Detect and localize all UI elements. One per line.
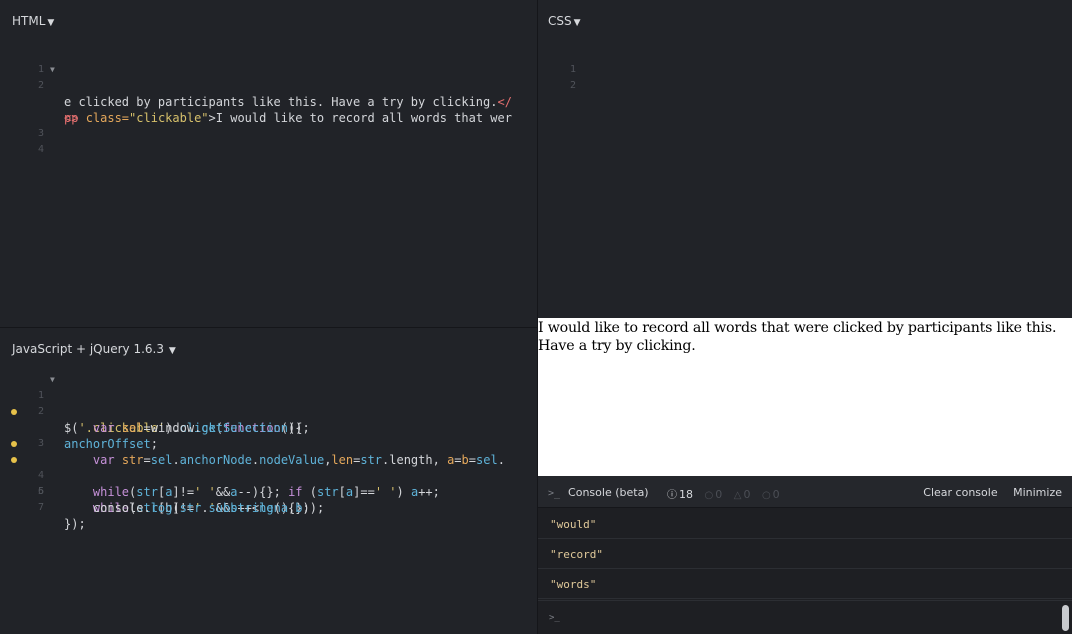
console-log-entry: "record" <box>538 539 1072 569</box>
console-header: >_ Console (beta) <box>548 486 649 499</box>
console-log-entry: "would" <box>538 509 1072 539</box>
code-line: 1 <box>0 46 537 75</box>
css-pane-header[interactable]: CSS ▼ <box>548 14 581 28</box>
minimize-button[interactable]: Minimize <box>1013 486 1062 499</box>
css-editor-pane: CSS ▼ 1 2 <box>538 0 1072 318</box>
html-code-editor[interactable]: 1 2 ▼ <p class="clickable">I would like … <box>0 46 537 155</box>
line-number: 2 <box>569 80 576 91</box>
caret-down-icon: ▼ <box>166 346 176 356</box>
css-pane-title: CSS <box>548 14 572 28</box>
warning-count[interactable]: △ 0 <box>734 488 751 501</box>
clear-console-button[interactable]: Clear console <box>923 486 997 499</box>
js-pane-title: JavaScript + jQuery 1.6.3 <box>12 342 164 356</box>
console-counts: ⓘ 18 ○ 0 △ 0 ○ 0 <box>667 486 788 501</box>
css-code-editor[interactable]: 1 2 <box>538 46 1072 91</box>
code-line: 2 <box>538 62 1072 91</box>
result-preview: I would like to record all words that we… <box>538 318 1072 476</box>
code-line: 1 <box>538 46 1072 75</box>
code-line: 3 <box>0 110 537 139</box>
code-line: 1 ▼ $('.clickable').click(function(){ <box>0 372 537 435</box>
warning-dot-icon[interactable] <box>11 441 17 447</box>
terminal-icon: >_ <box>548 488 561 499</box>
line-number: 7 <box>37 502 44 513</box>
circle-icon: ○ <box>704 490 714 501</box>
info-count[interactable]: ○ 0 <box>705 488 723 501</box>
code-line: 5 while(str[b]!=' '&&b++<len){}; <box>0 452 537 515</box>
js-pane-header[interactable]: JavaScript + jQuery 1.6.3 ▼ <box>12 342 176 356</box>
console-input[interactable]: >_ <box>538 600 1072 634</box>
info-circle-icon: ⓘ <box>667 490 677 501</box>
log-count[interactable]: ⓘ 18 <box>667 488 693 501</box>
code-line: anchorOffset; <box>0 420 537 451</box>
error-circle-icon: ○ <box>761 490 771 501</box>
console-title: Console (beta) <box>568 486 649 499</box>
code-line: 3 var str=sel.anchorNode.nodeValue,len=s… <box>0 404 537 467</box>
caret-down-icon: ▼ <box>573 18 581 28</box>
warning-dot-icon[interactable] <box>11 409 17 415</box>
scrollbar[interactable] <box>1062 605 1069 631</box>
line-number: 4 <box>37 144 44 155</box>
console-actions: Clear console Minimize <box>911 486 1062 499</box>
console-toolbar: >_ Console (beta) ⓘ 18 ○ 0 △ 0 ○ 0 Clear cons… <box>538 476 1072 508</box>
code-line: 4 while(str[a]!=' '&&a--){}; if (str[a]=… <box>0 436 537 499</box>
fold-arrow-icon[interactable]: ▼ <box>50 62 55 78</box>
code-line: p> <box>0 94 537 125</box>
code-text: console.log(str.substring(a,b)); <box>64 501 325 515</box>
warning-triangle-icon: △ <box>733 490 742 501</box>
code-line: 4 <box>0 126 537 155</box>
code-line: 6 console.log(str.substring(a,b)); <box>0 468 537 515</box>
error-count[interactable]: ○ 0 <box>762 488 780 501</box>
html-pane-header[interactable]: HTML ▼ <box>12 14 54 28</box>
html-editor-pane: HTML ▼ 1 2 ▼ <p class="clickable">I would… <box>0 0 537 327</box>
fold-arrow-icon[interactable]: ▼ <box>50 372 55 388</box>
js-code-editor[interactable]: 1 ▼ $('.clickable').click(function(){ 2 … <box>0 372 537 531</box>
code-line: 7 }); <box>0 484 537 531</box>
console-log-entry: "words" <box>538 569 1072 599</box>
warning-dot-icon[interactable] <box>11 457 17 463</box>
code-line: 2 ▼ <p class="clickable">I would like to… <box>0 62 537 125</box>
html-pane-title: HTML <box>12 14 46 28</box>
code-line: e clicked by participants like this. Hav… <box>0 78 537 109</box>
code-line: 2 var sel=window.getSelection(); <box>0 388 537 435</box>
caret-down-icon: ▼ <box>47 18 55 28</box>
clickable-paragraph[interactable]: I would like to record all words that we… <box>538 318 1072 355</box>
console-prompt-icon: >_ <box>549 613 560 623</box>
console-panel: >_ Console (beta) ⓘ 18 ○ 0 △ 0 ○ 0 Clear cons… <box>538 476 1072 634</box>
js-editor-pane: JavaScript + jQuery 1.6.3 ▼ 1 ▼ $('.clic… <box>0 328 537 634</box>
code-text: }); <box>64 517 86 531</box>
